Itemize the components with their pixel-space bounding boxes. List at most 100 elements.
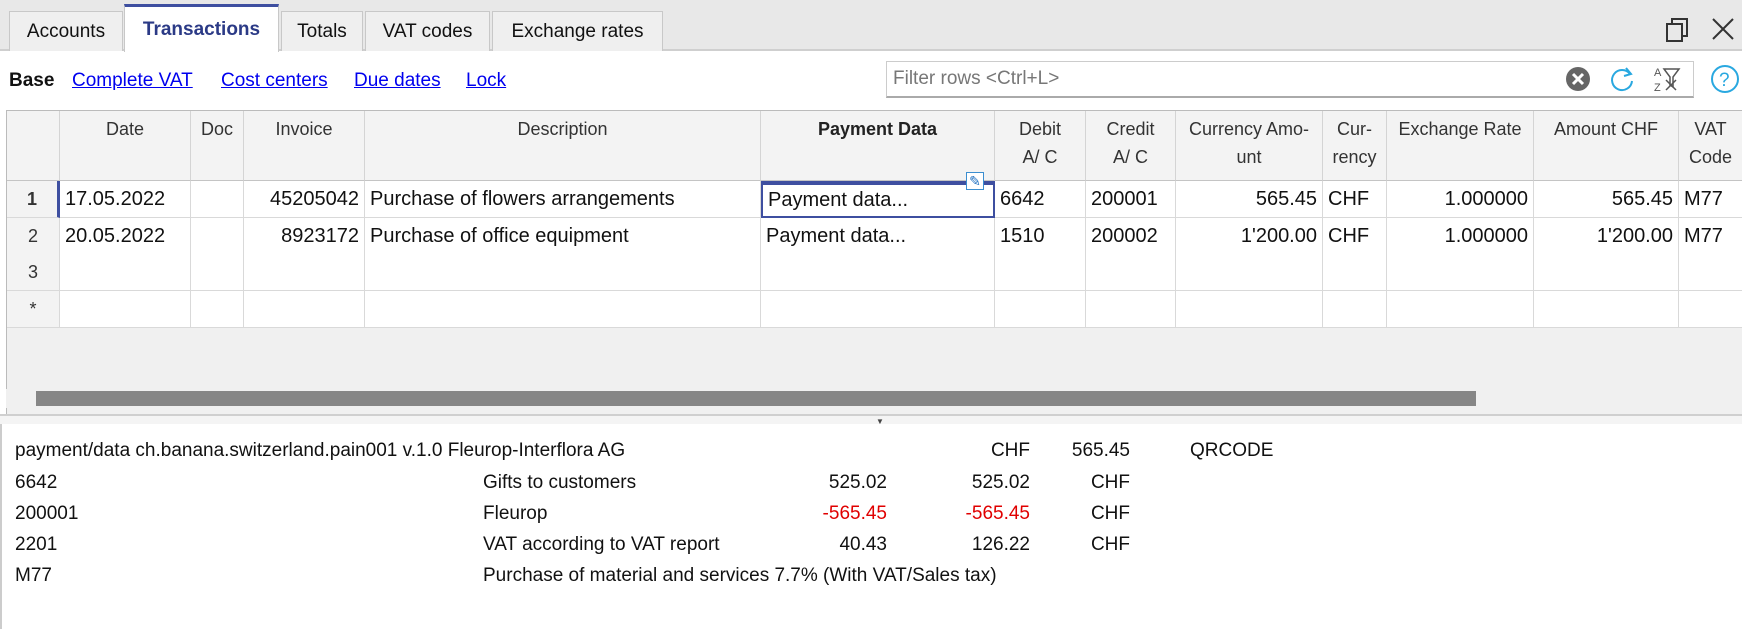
info-currency: CHF bbox=[1090, 503, 1130, 524]
cell-rate[interactable]: 1.000000 bbox=[1387, 181, 1534, 218]
col-exchange-rate[interactable]: Exchange Rate bbox=[1387, 111, 1534, 181]
info-account: 6642 bbox=[15, 472, 58, 493]
tab-totals[interactable]: Totals bbox=[281, 11, 363, 51]
cell-rate[interactable] bbox=[1387, 290, 1534, 328]
info-description: Fleurop bbox=[483, 503, 548, 524]
col-invoice[interactable]: Invoice bbox=[244, 111, 365, 181]
tab-exchange-rates[interactable]: Exchange rates bbox=[492, 11, 663, 51]
cell-currency[interactable] bbox=[1323, 254, 1387, 292]
info-amount: 525.02 bbox=[828, 472, 887, 493]
cell-currency[interactable]: CHF bbox=[1323, 181, 1387, 218]
cell-credit[interactable]: 200001 bbox=[1086, 181, 1176, 218]
svg-text:A: A bbox=[1654, 67, 1662, 79]
cell-invoice[interactable]: 8923172 bbox=[244, 217, 365, 255]
cell-invoice[interactable] bbox=[244, 254, 365, 292]
cell-debit[interactable] bbox=[995, 254, 1086, 292]
cell-date[interactable]: 17.05.2022 bbox=[60, 181, 191, 218]
col-payment-data[interactable]: Payment Data bbox=[761, 111, 995, 181]
info-amount-total: 525.02 bbox=[971, 472, 1030, 493]
cell-rate[interactable] bbox=[1387, 254, 1534, 292]
cell-debit[interactable]: 1510 bbox=[995, 217, 1086, 255]
cell-description[interactable]: Purchase of office equipment bbox=[365, 217, 761, 255]
restore-window-icon[interactable] bbox=[1664, 16, 1692, 50]
tab-transactions[interactable]: Transactions bbox=[124, 4, 279, 52]
info-account: 2201 bbox=[15, 534, 58, 555]
cell-credit[interactable]: 200002 bbox=[1086, 217, 1176, 255]
cell-currency[interactable] bbox=[1323, 290, 1387, 328]
cell-date[interactable]: 20.05.2022 bbox=[60, 217, 191, 255]
sort-filter-icon[interactable]: AZ bbox=[1652, 64, 1682, 94]
scrollbar-thumb[interactable] bbox=[36, 391, 1476, 406]
info-amount-total: 126.22 bbox=[971, 534, 1030, 555]
info-currency: CHF bbox=[1090, 472, 1130, 493]
cell-invoice[interactable] bbox=[244, 290, 365, 328]
edit-pencil-icon[interactable]: ✎ bbox=[966, 172, 984, 190]
view-complete-vat[interactable]: Complete VAT bbox=[72, 70, 193, 92]
tab-accounts[interactable]: Accounts bbox=[9, 11, 123, 51]
cell-cur-amount[interactable] bbox=[1176, 290, 1323, 328]
cell-description[interactable] bbox=[365, 290, 761, 328]
col-credit[interactable]: Credit A/ C bbox=[1086, 111, 1176, 181]
cell-payment[interactable] bbox=[761, 290, 995, 328]
col-date[interactable]: Date bbox=[60, 111, 191, 181]
cell-vat[interactable] bbox=[1679, 254, 1742, 292]
col-debit[interactable]: Debit A/ C bbox=[995, 111, 1086, 181]
cell-doc[interactable] bbox=[191, 217, 244, 255]
cell-payment[interactable]: Payment data... bbox=[761, 217, 995, 255]
cell-amount-chf[interactable] bbox=[1534, 290, 1679, 328]
corner-header bbox=[7, 111, 60, 181]
help-icon[interactable]: ? bbox=[1710, 64, 1740, 94]
info-account: 200001 bbox=[15, 503, 79, 524]
view-cost-centers[interactable]: Cost centers bbox=[221, 70, 328, 92]
splitter[interactable]: ▼ bbox=[0, 414, 1742, 426]
cell-date[interactable] bbox=[60, 254, 191, 292]
info-description: Gifts to customers bbox=[483, 472, 637, 493]
cell-amount-chf[interactable]: 565.45 bbox=[1534, 181, 1679, 218]
cell-description[interactable] bbox=[365, 254, 761, 292]
cell-cur-amount[interactable] bbox=[1176, 254, 1323, 292]
col-currency-amount[interactable]: Currency Amo- unt bbox=[1176, 111, 1323, 181]
col-currency[interactable]: Cur- rency bbox=[1323, 111, 1387, 181]
cell-doc[interactable] bbox=[191, 290, 244, 328]
col-description[interactable]: Description bbox=[365, 111, 761, 181]
cell-payment[interactable] bbox=[761, 254, 995, 292]
svg-text:Z: Z bbox=[1654, 82, 1661, 94]
row-number: * bbox=[7, 290, 60, 328]
cell-credit[interactable] bbox=[1086, 254, 1176, 292]
cell-vat[interactable]: M77 bbox=[1679, 217, 1742, 255]
view-base[interactable]: Base bbox=[9, 70, 54, 92]
cell-invoice[interactable]: 45205042 bbox=[244, 181, 365, 218]
cell-amount-chf[interactable] bbox=[1534, 254, 1679, 292]
view-due-dates[interactable]: Due dates bbox=[354, 70, 441, 92]
cell-vat[interactable] bbox=[1679, 290, 1742, 328]
cell-vat[interactable]: M77 bbox=[1679, 181, 1742, 218]
info-account: M77 bbox=[15, 565, 52, 586]
cell-date[interactable] bbox=[60, 290, 191, 328]
cell-doc[interactable] bbox=[191, 181, 244, 218]
info-amount: -565.45 bbox=[822, 503, 887, 524]
close-icon[interactable] bbox=[1710, 16, 1736, 48]
cell-amount-chf[interactable]: 1'200.00 bbox=[1534, 217, 1679, 255]
tab-vat-codes[interactable]: VAT codes bbox=[365, 11, 490, 51]
cell-doc[interactable] bbox=[191, 254, 244, 292]
cell-cur-amount[interactable]: 565.45 bbox=[1176, 181, 1323, 218]
cell-description[interactable]: Purchase of flowers arrangements bbox=[365, 181, 761, 218]
col-vat-code[interactable]: VAT Code bbox=[1679, 111, 1742, 181]
clear-filter-icon[interactable] bbox=[1563, 64, 1593, 94]
info-amount: 40.43 bbox=[839, 534, 887, 555]
col-amount-chf[interactable]: Amount CHF bbox=[1534, 111, 1679, 181]
info-currency: CHF bbox=[1090, 534, 1130, 555]
cell-debit[interactable] bbox=[995, 290, 1086, 328]
info-payment-source: payment/data ch.banana.switzerland.pain0… bbox=[15, 440, 626, 461]
cell-payment-selected[interactable]: Payment data... bbox=[761, 181, 995, 218]
cell-debit[interactable]: 6642 bbox=[995, 181, 1086, 218]
info-payment-type: QRCODE bbox=[1190, 440, 1274, 461]
row-number: 1 bbox=[7, 181, 60, 218]
col-doc[interactable]: Doc bbox=[191, 111, 244, 181]
cell-credit[interactable] bbox=[1086, 290, 1176, 328]
cell-rate[interactable]: 1.000000 bbox=[1387, 217, 1534, 255]
refresh-icon[interactable] bbox=[1607, 64, 1637, 94]
view-lock[interactable]: Lock bbox=[466, 70, 506, 92]
cell-currency[interactable]: CHF bbox=[1323, 217, 1387, 255]
cell-cur-amount[interactable]: 1'200.00 bbox=[1176, 217, 1323, 255]
